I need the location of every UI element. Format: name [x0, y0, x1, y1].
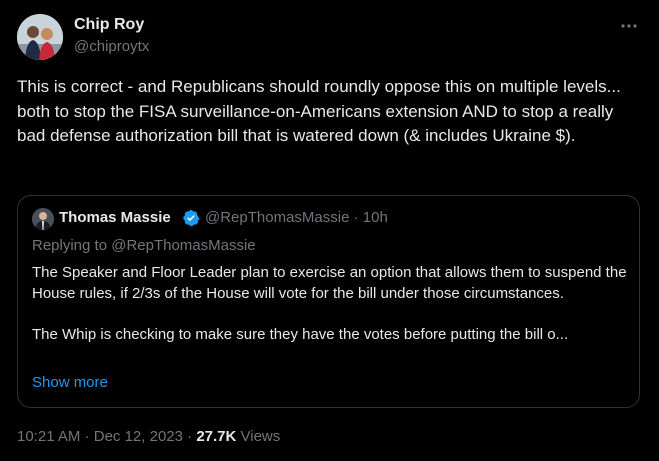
quoted-tweet[interactable]: Thomas Massie @RepThomasMassie · 10h Rep… — [17, 195, 640, 408]
author-avatar-image — [17, 14, 63, 60]
tweet-text: This is correct - and Republicans should… — [17, 77, 621, 145]
author-name[interactable]: Chip Roy — [74, 16, 144, 34]
author-handle[interactable]: @chiproytx — [74, 38, 149, 55]
quoted-avatar-image — [32, 208, 54, 230]
verified-badge-icon — [182, 209, 200, 227]
replying-to-label: Replying to @RepThomasMassie — [32, 237, 256, 254]
author-avatar[interactable] — [17, 14, 63, 60]
tweet-date[interactable]: Dec 12, 2023 — [94, 428, 183, 445]
show-more-link[interactable]: Show more — [32, 374, 108, 391]
quoted-author-avatar — [32, 208, 54, 230]
meta-separator: · — [187, 428, 197, 445]
quoted-paragraph-1: The Speaker and Floor Leader plan to exe… — [32, 264, 627, 302]
quoted-handle-time: @RepThomasMassie · 10h — [205, 209, 388, 226]
views-count: 27.7K — [196, 428, 237, 445]
tweet-metadata: 10:21 AM · Dec 12, 2023 · 27.7K Views — [17, 428, 280, 445]
quoted-paragraph-2: The Whip is checking to make sure they h… — [32, 325, 569, 343]
quoted-author-name[interactable]: Thomas Massie — [59, 209, 171, 226]
meta-separator: · — [84, 428, 94, 445]
more-options-button[interactable] — [617, 14, 641, 38]
tweet-time[interactable]: 10:21 AM — [17, 428, 80, 445]
more-dots-icon — [621, 24, 637, 28]
views-label: Views — [240, 428, 281, 445]
quoted-tweet-text: The Speaker and Floor Leader plan to exe… — [32, 263, 632, 345]
